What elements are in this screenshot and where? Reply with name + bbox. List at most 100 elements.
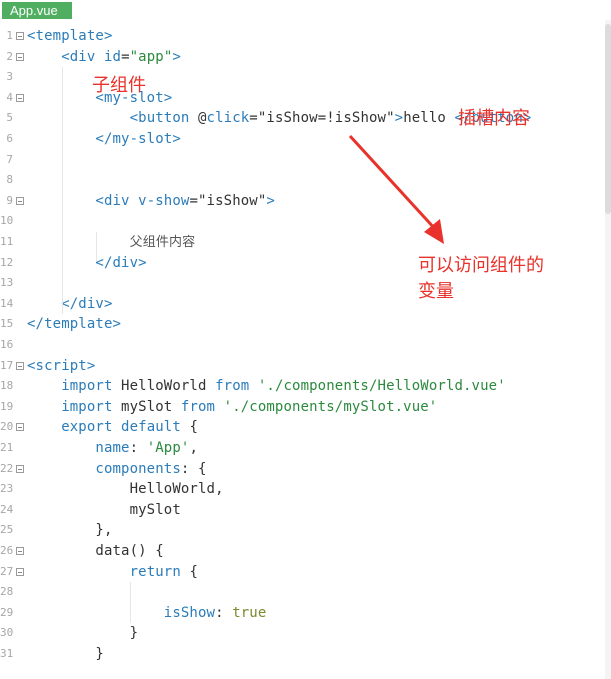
- line-number: 6: [6, 132, 13, 145]
- line-number: 28: [0, 585, 14, 599]
- line-number: 21: [0, 441, 14, 454]
- file-tab-app-vue[interactable]: App.vue: [2, 2, 72, 19]
- line-number: 25: [0, 523, 14, 537]
- fold-toggle-icon[interactable]: [16, 93, 24, 102]
- code-line[interactable]: 20 export default {: [0, 417, 605, 438]
- code-text: return {: [129, 563, 198, 580]
- indent-guide: [62, 67, 63, 315]
- line-number: 15: [0, 317, 14, 331]
- code-text: </div>: [95, 254, 147, 271]
- line-number: 27: [0, 564, 14, 578]
- line-number: 2: [6, 49, 13, 63]
- code-line[interactable]: 17 <script>: [0, 356, 605, 377]
- code-line[interactable]: 31 }: [0, 644, 605, 665]
- code-text: <div v-show="isShow">: [95, 192, 275, 209]
- code-text: components: {: [95, 460, 207, 477]
- fold-toggle-icon[interactable]: [16, 423, 24, 432]
- code-line[interactable]: 28: [0, 582, 605, 603]
- code-text: <template>: [27, 28, 113, 44]
- code-line[interactable]: 10: [0, 211, 605, 232]
- line-number: 19: [0, 399, 14, 413]
- line-number: 11: [0, 235, 14, 248]
- code-line[interactable]: 24 mySlot: [0, 500, 605, 521]
- line-number: 20: [0, 420, 14, 434]
- code-line[interactable]: 8: [0, 170, 605, 191]
- code-text: }: [27, 646, 104, 662]
- code-line[interactable]: 30 }: [0, 623, 605, 644]
- code-text: <script>: [27, 357, 96, 374]
- fold-toggle-icon[interactable]: [16, 52, 24, 61]
- code-text: <div id="app">: [61, 48, 181, 65]
- scrollbar-thumb[interactable]: [605, 24, 611, 214]
- line-number: 10: [0, 214, 14, 228]
- code-text: isShow: true: [163, 604, 267, 621]
- code-text: mySlot: [27, 501, 181, 518]
- code-line[interactable]: 1 <template>: [0, 26, 605, 47]
- line-number: 29: [0, 605, 14, 619]
- code-line[interactable]: 16: [0, 335, 605, 356]
- code-line[interactable]: 4 <my-slot>: [0, 88, 605, 109]
- fold-toggle-icon[interactable]: [16, 547, 24, 555]
- line-number: 23: [0, 482, 14, 496]
- code-line[interactable]: 29 isShow: true: [0, 603, 605, 624]
- fold-toggle-icon[interactable]: [16, 196, 24, 205]
- code-line[interactable]: 15 </template>: [0, 314, 605, 335]
- line-number: 17: [0, 358, 14, 372]
- annotation-access-variable: 可以访问组件的 变量: [418, 253, 544, 305]
- code-line[interactable]: 6 </my-slot>: [0, 129, 605, 150]
- code-line[interactable]: 3: [0, 67, 605, 88]
- code-line[interactable]: 23 HelloWorld,: [0, 479, 605, 500]
- code-text: </my-slot>: [95, 131, 181, 147]
- indent-guide: [130, 582, 131, 624]
- code-text: export default {: [61, 419, 198, 436]
- annotation-access-line-2: 变量: [418, 281, 454, 302]
- line-number: 18: [0, 379, 14, 393]
- code-text: name: 'App',: [95, 440, 199, 456]
- code-line[interactable]: 25 },: [0, 520, 605, 541]
- code-text: import HelloWorld from './components/Hel…: [61, 378, 506, 395]
- code-text: }: [27, 625, 139, 642]
- line-number: 8: [6, 173, 13, 187]
- line-number: 1: [6, 29, 13, 42]
- annotation-child-component: 子组件: [92, 75, 146, 96]
- code-text: </template>: [27, 316, 122, 333]
- line-number: 26: [0, 544, 14, 557]
- code-line[interactable]: 22 components: {: [0, 459, 605, 480]
- code-line[interactable]: 9 <div v-show="isShow">: [0, 191, 605, 212]
- line-number: 4: [6, 90, 13, 104]
- code-line[interactable]: 2 <div id="app">: [0, 47, 605, 68]
- code-line[interactable]: 26 data() {: [0, 541, 605, 562]
- line-number: 30: [0, 626, 14, 640]
- fold-toggle-icon[interactable]: [16, 361, 24, 370]
- code-text: </div>: [61, 295, 113, 312]
- line-number: 12: [0, 255, 14, 269]
- code-line[interactable]: 11 父组件内容: [0, 232, 605, 253]
- code-line[interactable]: 21 name: 'App',: [0, 438, 605, 459]
- indent-guide: [96, 232, 97, 261]
- line-number: 16: [0, 338, 14, 351]
- fold-toggle-icon[interactable]: [16, 567, 24, 576]
- code-text: },: [27, 522, 113, 539]
- line-number: 14: [0, 296, 14, 310]
- line-number: 7: [6, 152, 13, 166]
- code-text: data() {: [27, 543, 164, 559]
- annotation-slot-content: 插槽内容: [458, 108, 530, 129]
- editor-tab-bar: App.vue: [0, 0, 611, 20]
- code-line[interactable]: 27 return {: [0, 562, 605, 583]
- code-text: <button @click="isShow=!isShow">hello </…: [129, 110, 532, 127]
- fold-toggle-icon[interactable]: [16, 32, 24, 40]
- code-line[interactable]: 19 import mySlot from './components/mySl…: [0, 397, 605, 418]
- line-number: 3: [6, 70, 13, 84]
- line-number: 13: [0, 276, 14, 290]
- code-text: import mySlot from './components/mySlot.…: [61, 398, 438, 415]
- line-number: 22: [0, 461, 14, 475]
- fold-toggle-icon[interactable]: [16, 464, 24, 473]
- code-line[interactable]: 18 import HelloWorld from './components/…: [0, 376, 605, 397]
- code-text: HelloWorld,: [27, 481, 224, 498]
- line-number: 31: [0, 647, 14, 660]
- line-number: 9: [6, 193, 13, 207]
- code-text: 父组件内容: [129, 235, 196, 250]
- annotation-access-line-1: 可以访问组件的: [418, 255, 544, 276]
- code-line[interactable]: 7: [0, 150, 605, 171]
- line-number: 5: [6, 111, 13, 125]
